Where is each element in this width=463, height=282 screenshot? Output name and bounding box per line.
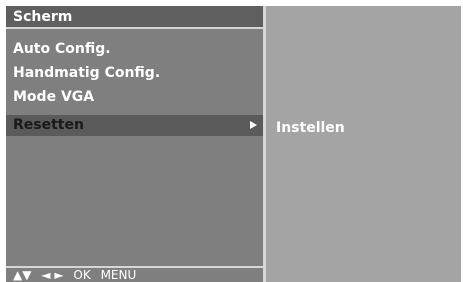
- menu-item-label: Auto Config.: [13, 41, 111, 57]
- up-down-icon: ▲▼: [13, 268, 32, 282]
- menu-hint: MENU: [100, 268, 137, 282]
- osd-menu: Scherm Auto Config. Handmatig Config. Mo…: [6, 6, 461, 282]
- menu-item-auto-config[interactable]: Auto Config.: [6, 37, 263, 61]
- arrow-right-icon: [250, 121, 257, 129]
- menu-item-label: Handmatig Config.: [13, 65, 161, 81]
- submenu-item-instellen[interactable]: Instellen: [276, 119, 345, 137]
- panel-divider: [263, 6, 266, 282]
- menu-item-label: Resetten: [13, 117, 84, 133]
- menu-title: Scherm: [13, 9, 73, 25]
- menu-item-label: Mode VGA: [13, 89, 95, 105]
- menu-item-resetten[interactable]: Resetten: [6, 115, 263, 136]
- left-right-icon: ◄ ►: [41, 268, 64, 282]
- submenu-item-label: Instellen: [276, 120, 345, 136]
- navigation-hint: ▲▼ ◄ ► OK MENU: [13, 268, 142, 282]
- menu-panel: Scherm Auto Config. Handmatig Config. Mo…: [6, 6, 263, 282]
- menu-item-handmatig-config[interactable]: Handmatig Config.: [6, 61, 263, 85]
- menu-item-mode-vga[interactable]: Mode VGA: [6, 85, 263, 109]
- ok-hint: OK: [73, 268, 91, 282]
- menu-title-bar: Scherm: [6, 6, 263, 29]
